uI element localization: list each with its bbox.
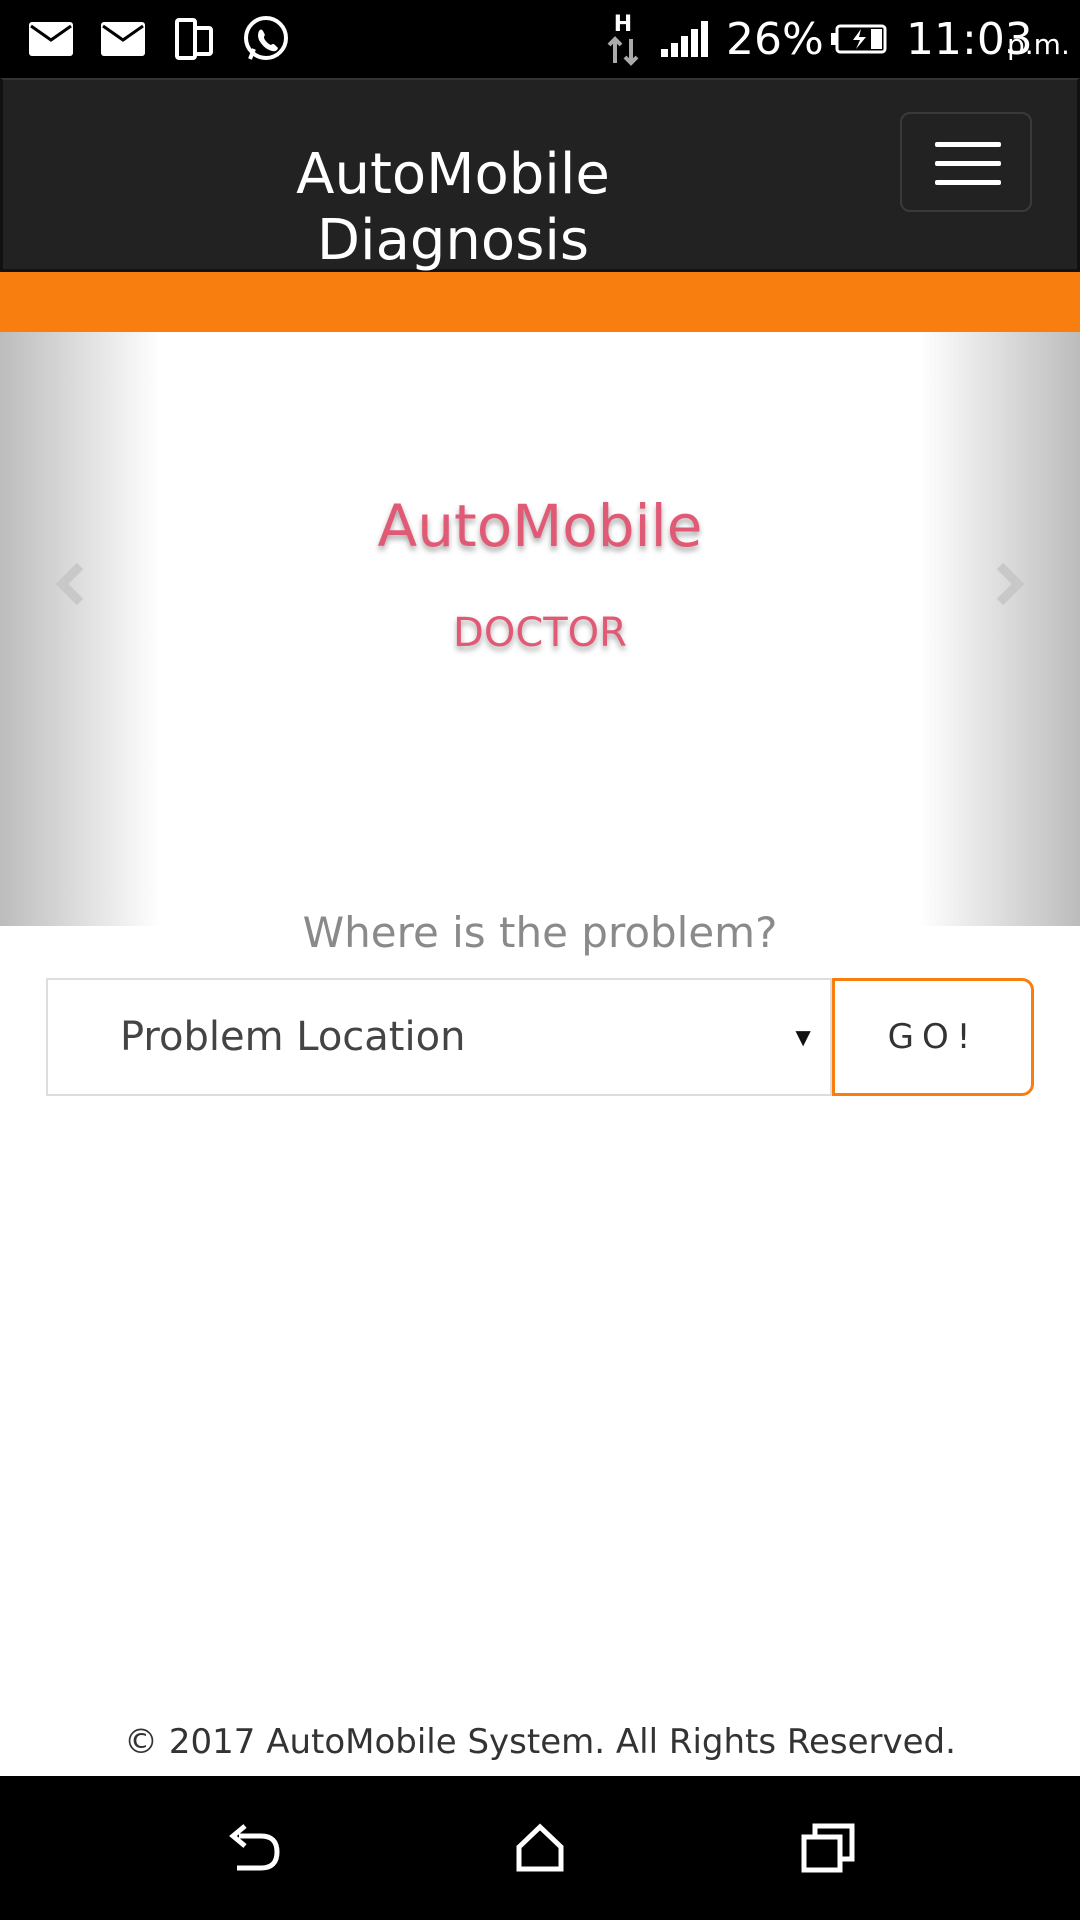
signal-icon xyxy=(660,0,710,78)
system-nav-bar xyxy=(0,1776,1080,1920)
status-bar: H 26% 11:03 p.m. xyxy=(0,0,1080,78)
network-type-label: H xyxy=(614,12,632,37)
chevron-left-icon[interactable] xyxy=(40,554,100,614)
clock-ampm: p.m. xyxy=(1007,27,1070,61)
back-icon[interactable] xyxy=(193,1776,313,1920)
mail-icon xyxy=(100,0,146,78)
brand-line-1: AutoMobile xyxy=(296,142,610,207)
whatsapp-icon xyxy=(240,0,292,78)
hero-carousel: AutoMobile DOCTOR xyxy=(0,332,1080,926)
battery-percent: 26% xyxy=(726,13,824,65)
brand-title[interactable]: AutoMobile Diagnosis xyxy=(243,142,663,274)
problem-location-select[interactable]: Problem Location ▼ xyxy=(46,978,832,1096)
slide-subtitle: DOCTOR xyxy=(453,610,627,656)
footer-copyright: © 2017 AutoMobile System. All Rights Res… xyxy=(124,1722,956,1762)
home-icon[interactable] xyxy=(480,1776,600,1920)
accent-strip xyxy=(0,272,1080,332)
mail-icon xyxy=(28,0,74,78)
chevron-right-icon[interactable] xyxy=(980,554,1040,614)
problem-question: Where is the problem? xyxy=(302,908,778,957)
network-type-icon: H xyxy=(600,0,646,78)
dual-phone-icon xyxy=(174,0,216,78)
slide-title: AutoMobile xyxy=(377,492,703,560)
select-value: Problem Location xyxy=(120,1014,466,1060)
go-button[interactable]: GO! xyxy=(832,978,1034,1096)
recents-icon[interactable] xyxy=(768,1776,888,1920)
caret-down-icon: ▼ xyxy=(790,1021,816,1052)
hamburger-menu-button[interactable] xyxy=(900,112,1032,212)
battery-charging-icon xyxy=(830,0,888,78)
brand-line-2: Diagnosis xyxy=(316,208,590,273)
